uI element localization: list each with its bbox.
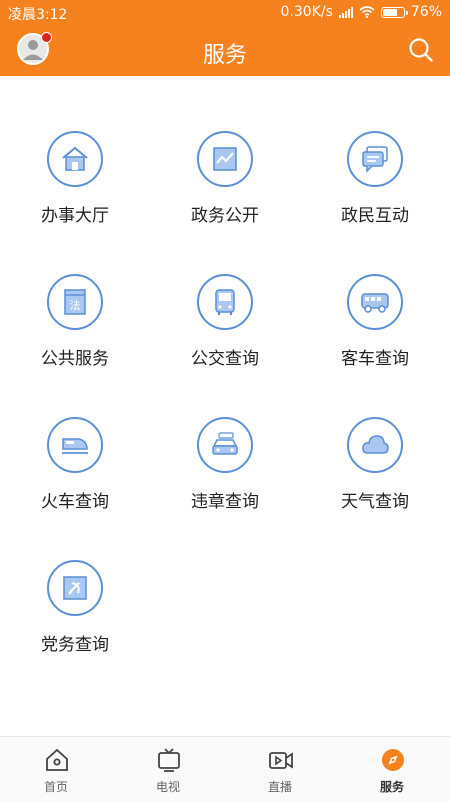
net-speed: 0.30K/s: [280, 4, 333, 20]
status-time: 凌晨3:12: [8, 7, 68, 23]
service-icon-circle: [47, 560, 103, 616]
service-icon-circle: [197, 417, 253, 473]
tab-tv[interactable]: 电视: [112, 737, 224, 801]
compass-icon: [382, 749, 404, 771]
house-icon: [62, 146, 88, 171]
service-icon-circle: 法: [47, 274, 103, 330]
car-icon: [212, 432, 238, 455]
chart-icon: [213, 147, 237, 171]
service-icon-circle: [347, 274, 403, 330]
tab-service[interactable]: 服务: [336, 737, 448, 801]
chat-icon: [362, 146, 388, 173]
status-bar: 凌晨3:12 0.30K/s 76%: [0, 0, 450, 26]
tab-home[interactable]: 首页: [0, 737, 112, 801]
battery-icon: [380, 6, 408, 18]
tab-label: 电视: [155, 780, 180, 794]
service-label: 党务查询: [41, 635, 109, 655]
bottom-tab-bar: 首页 电视 直播 服务: [0, 736, 450, 801]
party-flag-icon: [63, 576, 87, 600]
svg-text:法: 法: [70, 298, 81, 312]
service-item-train[interactable]: 火车查询: [0, 362, 150, 512]
service-icon-circle: [197, 274, 253, 330]
law-book-icon: 法: [64, 289, 86, 315]
service-item-coach[interactable]: 客车查询: [300, 219, 450, 369]
page-title: 服务: [202, 43, 247, 68]
service-item-gov-affairs[interactable]: 政务公开: [150, 76, 300, 226]
train-icon: [62, 438, 88, 454]
service-icon-circle: [347, 131, 403, 187]
service-item-party[interactable]: 党务查询: [0, 505, 150, 655]
tab-live[interactable]: 直播: [224, 737, 336, 801]
search-icon[interactable]: [408, 37, 434, 63]
live-video-icon: [269, 752, 293, 769]
status-right: 0.30K/s 76%: [281, 4, 443, 20]
service-icon-circle: [347, 417, 403, 473]
service-item-bus[interactable]: 公交查询: [150, 219, 300, 369]
service-item-interaction[interactable]: 政民互动: [300, 76, 450, 226]
service-icon-circle: [47, 131, 103, 187]
tv-icon: [158, 748, 180, 772]
service-item-office-hall[interactable]: 办事大厅: [0, 76, 150, 226]
cloud-icon: [362, 435, 389, 454]
tab-label: 直播: [267, 780, 292, 794]
service-label: 违章查询: [191, 492, 259, 512]
app-header: 服务: [0, 26, 450, 76]
service-icon-circle: [47, 417, 103, 473]
service-label: 天气查询: [341, 492, 409, 512]
service-icon-circle: [197, 131, 253, 187]
service-item-public[interactable]: 法 公共服务: [0, 219, 150, 369]
tab-label: 首页: [43, 780, 68, 794]
coach-icon: [361, 293, 389, 313]
wifi-icon: [359, 6, 375, 18]
bus-icon: [215, 289, 235, 315]
service-item-weather[interactable]: 天气查询: [300, 362, 450, 512]
signal-icon: [338, 6, 353, 18]
tab-label: 服务: [379, 780, 404, 794]
service-item-violation[interactable]: 违章查询: [150, 362, 300, 512]
home-icon: [46, 748, 68, 771]
battery-percent: 76%: [410, 4, 442, 20]
